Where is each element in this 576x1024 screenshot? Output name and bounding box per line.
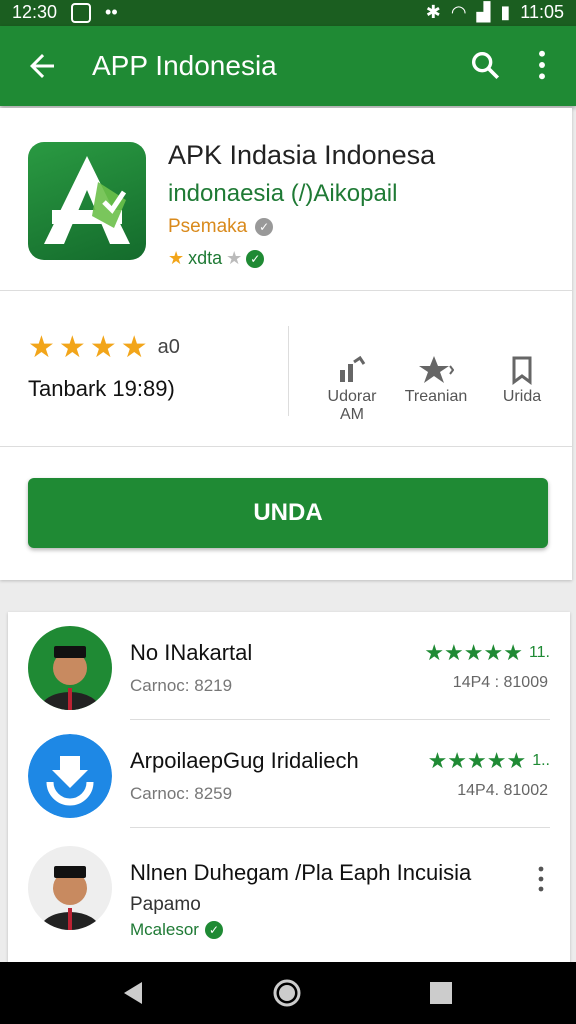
- item-right-meta: 14P4 : 81009: [452, 674, 548, 691]
- item-meta: Carnoc: 8219: [130, 676, 233, 695]
- nav-home-icon[interactable]: [272, 978, 302, 1008]
- item-rating-value: 11.: [528, 644, 550, 661]
- app-toolbar: APP Indonesia: [0, 26, 576, 106]
- star-icon: ★: [89, 331, 117, 364]
- star-icon: ★: [226, 248, 243, 268]
- rating-count: a0: [157, 336, 180, 358]
- install-button[interactable]: UNDA: [28, 478, 548, 548]
- star-icon: ★: [28, 331, 55, 364]
- system-nav-bar: [0, 962, 576, 1024]
- download-app-icon: [28, 734, 112, 818]
- app-icon: [28, 142, 146, 260]
- action-label: Udorar: [327, 388, 377, 405]
- signal-icon: ▟: [476, 2, 491, 22]
- action-label-2: AM: [340, 406, 364, 423]
- developer-name: Psemaka: [168, 216, 248, 237]
- app-notification-icon: [71, 2, 92, 23]
- nav-recents-icon[interactable]: [426, 978, 456, 1008]
- action-udorar[interactable]: Udorar AM: [312, 352, 392, 424]
- app-rating-line: ★ xdta ★ ✓: [168, 248, 265, 269]
- star-icon: ★: [120, 331, 148, 364]
- downloads-label: Tanbark: [28, 376, 107, 401]
- status-time-left: 12:30: [12, 2, 58, 22]
- item-rating: ★★★★★ 11.: [424, 640, 550, 666]
- related-apps-card: No INakartal Carnoc: 8219 ★★★★★ 11. 14P4…: [8, 612, 570, 972]
- verified-badge-icon: ✓: [255, 218, 274, 236]
- avatar: [28, 846, 112, 930]
- item-title: ArpoilaepGug Iridaliech: [130, 748, 359, 773]
- back-arrow-icon[interactable]: [24, 48, 60, 84]
- list-item[interactable]: ArpoilaepGug Iridaliech Carnoc: 8259 ★★★…: [8, 720, 570, 828]
- action-treanian[interactable]: Treanian: [396, 352, 476, 406]
- item-right-meta: 14P4. 81002: [457, 782, 548, 799]
- downloads-value: 19:89): [112, 376, 175, 401]
- action-label: Urida: [502, 388, 542, 405]
- item-meta: Carnoc: 8259: [130, 784, 233, 803]
- item-subtitle: Papamo: [130, 894, 201, 915]
- rating-summary: ★ ★ ★ ★ a0: [28, 330, 180, 365]
- wifi-icon: ◠: [450, 2, 467, 22]
- search-icon[interactable]: [468, 48, 502, 82]
- app-subtitle: indonaesia (/)Aikopail: [168, 180, 398, 207]
- star-icon: ★: [58, 331, 86, 364]
- rating-text: xdta: [188, 248, 223, 268]
- star-icon: ★★★★★: [424, 640, 523, 665]
- downloads-info: Tanbark 19:89): [28, 376, 175, 402]
- item-rating-value: 1..: [532, 752, 550, 769]
- bookmark-icon: [512, 356, 532, 385]
- star-icon: [419, 356, 454, 383]
- battery-icon: ▮: [500, 2, 511, 22]
- divider: [0, 446, 572, 447]
- status-bar: 12:30 •• ✱ ◠ ▟ ▮ 11:05: [0, 0, 576, 26]
- app-title: APK Indasia Indonesa: [168, 140, 436, 170]
- action-label: Treanian: [404, 388, 468, 405]
- divider: [130, 827, 550, 828]
- action-urida[interactable]: Urida: [482, 352, 562, 406]
- divider: [0, 290, 572, 291]
- bluetooth-icon: ✱: [425, 2, 441, 22]
- more-vert-icon[interactable]: [536, 864, 546, 894]
- item-rating: ★★★★★ 1..: [428, 748, 550, 774]
- item-title: No INakartal: [130, 640, 253, 665]
- maker-name: Mcalesor: [130, 920, 199, 939]
- more-vert-icon[interactable]: [530, 48, 554, 82]
- item-maker: Mcalesor ✓: [130, 920, 223, 940]
- toolbar-title: APP Indonesia: [92, 50, 277, 81]
- status-time-right: 11:05: [520, 2, 564, 22]
- avatar: [28, 626, 112, 710]
- nav-back-icon[interactable]: [118, 978, 148, 1008]
- dots-icon: ••: [105, 2, 118, 22]
- star-icon: ★: [168, 248, 185, 268]
- verified-badge-icon: ✓: [246, 249, 265, 268]
- list-item[interactable]: No INakartal Carnoc: 8219 ★★★★★ 11. 14P4…: [8, 612, 570, 720]
- chart-icon: [340, 355, 366, 382]
- item-title: Nlnen Duhegam /Pla Eaph Incuisia: [130, 860, 472, 885]
- list-item[interactable]: Nlnen Duhegam /Pla Eaph Incuisia Papamo …: [8, 832, 570, 962]
- verified-badge-icon: ✓: [204, 921, 223, 939]
- star-icon: ★★★★★: [427, 748, 527, 773]
- vertical-divider: [288, 326, 289, 416]
- app-developer[interactable]: Psemaka ✓: [168, 216, 274, 238]
